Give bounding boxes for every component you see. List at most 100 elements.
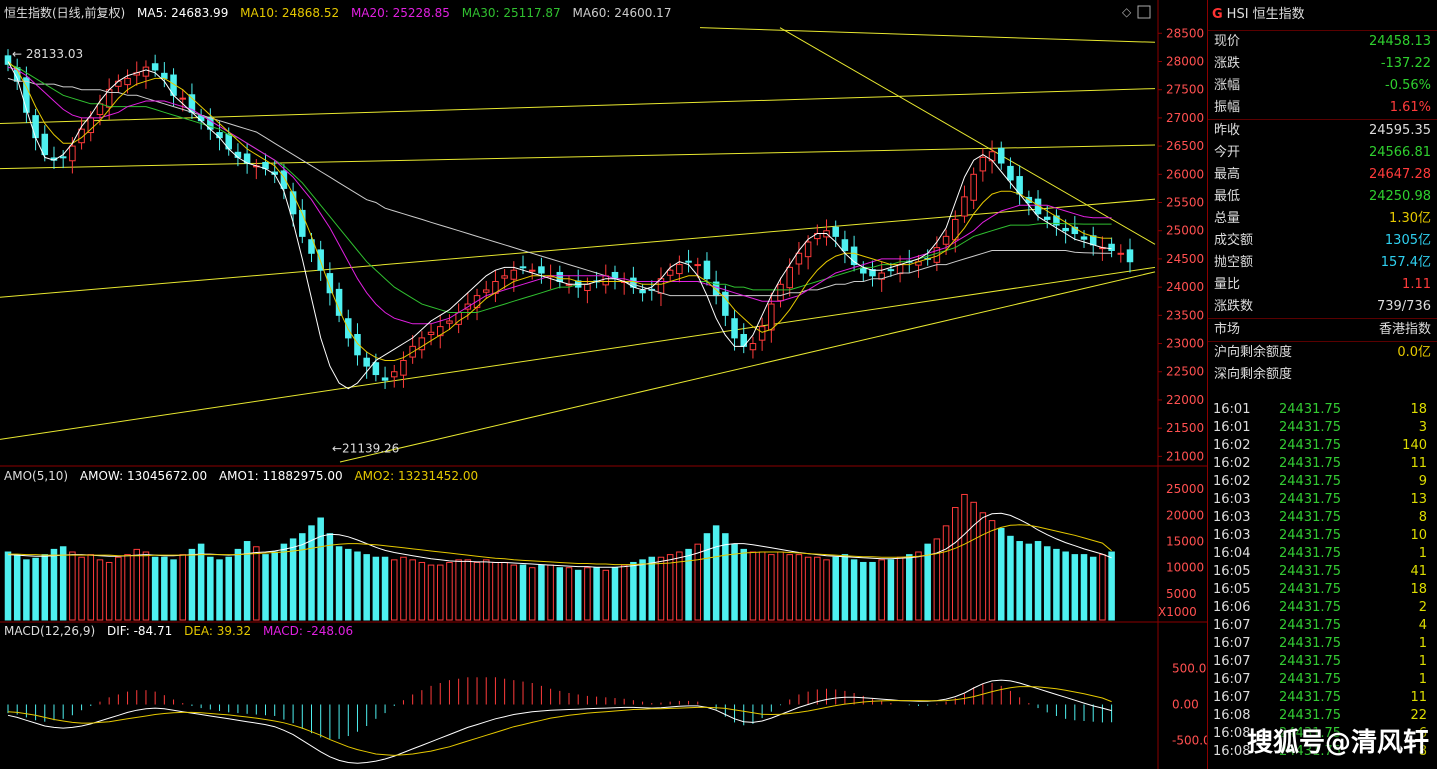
candle-body xyxy=(234,151,242,158)
y-tick-label: 24000 xyxy=(1166,280,1204,294)
y-tick-label: 27500 xyxy=(1166,83,1204,97)
sidebar-title: G HSI 恒生指数 xyxy=(1208,0,1437,31)
trade-time: 16:02 xyxy=(1213,474,1251,489)
amo-bar xyxy=(409,559,416,621)
candle-body xyxy=(804,241,812,258)
amo-y-tick-label: 5000 xyxy=(1166,587,1197,601)
candle-body xyxy=(786,266,793,289)
row-label: 涨跌 xyxy=(1214,56,1241,71)
low-annotation: ←21139.26 xyxy=(332,442,399,456)
amo-bar xyxy=(234,548,242,621)
row-label: 涨跌数 xyxy=(1214,299,1254,314)
trade-time: 16:01 xyxy=(1213,420,1251,435)
trade-time: 16:03 xyxy=(1213,510,1251,525)
trade-volume: 140 xyxy=(1402,438,1427,453)
amo-bar xyxy=(786,554,793,621)
candle-body xyxy=(666,269,674,276)
trade-price: 24431.75 xyxy=(1279,690,1342,705)
kline-legend: 恒生指数(日线,前复权) MA5: 24683.99 MA10: 24868.5… xyxy=(4,4,679,21)
amo-unit-label: X1000 xyxy=(1158,605,1197,619)
candle-body xyxy=(124,77,131,86)
candle-body xyxy=(335,288,343,316)
row-label: 昨收 xyxy=(1214,123,1241,138)
trade-volume: 11 xyxy=(1410,456,1427,471)
trade-list[interactable]: 16:01 24431.75 18 16:01 24431.75 3 16:02 24431.… xyxy=(1208,401,1437,761)
amo-bar xyxy=(4,551,12,621)
candle-body xyxy=(538,266,545,274)
amo-bar xyxy=(1062,551,1069,621)
trade-time: 16:05 xyxy=(1213,564,1251,579)
candle-body xyxy=(731,318,738,339)
trade-price: 24431.75 xyxy=(1279,618,1342,633)
candle-body xyxy=(1108,243,1115,251)
quote-row: 涨跌数 739/736 xyxy=(1208,296,1437,318)
candle-body xyxy=(69,145,76,162)
amo-bar xyxy=(777,551,784,621)
amo-bar xyxy=(96,559,104,621)
amo-bar xyxy=(69,551,76,621)
chart-svg: 21000 21500 22000 22500 23000 23500 24000 24500… xyxy=(0,0,1207,769)
amo-bar xyxy=(280,543,288,621)
trade-row: 16:02 24431.75 140 xyxy=(1208,437,1437,455)
row-value: 1.11 xyxy=(1402,277,1431,292)
trade-time: 16:07 xyxy=(1213,618,1251,633)
y-tick-label: 28000 xyxy=(1166,54,1204,68)
candle-body xyxy=(59,156,67,159)
trade-price: 24431.75 xyxy=(1279,654,1342,669)
amo-bar xyxy=(41,554,49,621)
trade-time: 16:04 xyxy=(1213,546,1251,561)
trade-price: 24431.75 xyxy=(1279,456,1342,471)
amo-bar xyxy=(1034,541,1042,621)
quote-sidebar: G HSI 恒生指数 现价 24458.13 涨跌 -137.22 涨幅 -0.56% 振幅 1… xyxy=(1207,0,1437,769)
trade-price: 24431.75 xyxy=(1279,546,1342,561)
trade-price: 24431.75 xyxy=(1279,474,1342,489)
quote-row: 沪向剩余额度 0.0亿 xyxy=(1208,342,1437,364)
amo-bar xyxy=(988,520,996,621)
candle-body xyxy=(1126,249,1134,263)
trade-price: 24431.75 xyxy=(1279,420,1342,435)
macd-title: MACD(12,26,9) xyxy=(4,624,96,638)
amo-bar xyxy=(436,564,444,621)
amo-bar xyxy=(1043,546,1051,621)
candle-body xyxy=(446,320,453,324)
macd-y-tick-label: -500.00 xyxy=(1172,733,1207,747)
amo-bar xyxy=(556,567,564,621)
trade-row: 16:04 24431.75 1 xyxy=(1208,545,1437,563)
candle-body xyxy=(391,371,398,378)
trade-time: 16:02 xyxy=(1213,456,1251,471)
amo-bar xyxy=(860,561,867,621)
amo-bar xyxy=(869,561,876,621)
quote-row: 现价 24458.13 xyxy=(1208,31,1437,53)
amo-bar xyxy=(823,559,830,621)
row-value: 24458.13 xyxy=(1368,34,1431,49)
trade-price: 24431.75 xyxy=(1279,438,1342,453)
candle-body xyxy=(997,147,1005,164)
quote-row: 总量 1.30亿 xyxy=(1208,208,1437,230)
amo-bar xyxy=(446,561,453,621)
amo-bar xyxy=(620,564,628,621)
candle-body xyxy=(768,303,775,331)
trade-time: 16:07 xyxy=(1213,654,1251,669)
amo-bar xyxy=(1099,554,1106,621)
amo-bar xyxy=(32,557,39,621)
candle-body xyxy=(970,173,977,201)
y-tick-label: 28500 xyxy=(1166,26,1204,40)
watermark: 搜狐号@清风轩 xyxy=(1246,728,1429,758)
amo-bar xyxy=(253,546,260,621)
amo-bar xyxy=(731,543,738,621)
candle-body xyxy=(179,97,186,100)
amo-bar xyxy=(896,556,904,621)
trade-volume: 1 xyxy=(1418,672,1427,687)
amo-bar xyxy=(850,559,858,621)
symbol-name: HSI 恒生指数 xyxy=(1226,7,1305,22)
quote-row: 最高 24647.28 xyxy=(1208,164,1437,186)
y-tick-label: 25500 xyxy=(1166,196,1204,210)
candle-body xyxy=(860,267,867,274)
trade-row: 16:03 24431.75 13 xyxy=(1208,491,1437,509)
amo-bar xyxy=(915,551,922,621)
amo-bar xyxy=(124,554,131,621)
candle-body xyxy=(161,72,168,79)
amo-bar xyxy=(952,507,959,621)
amo-bar xyxy=(326,533,334,621)
amo-y-tick-label: 20000 xyxy=(1166,508,1204,522)
